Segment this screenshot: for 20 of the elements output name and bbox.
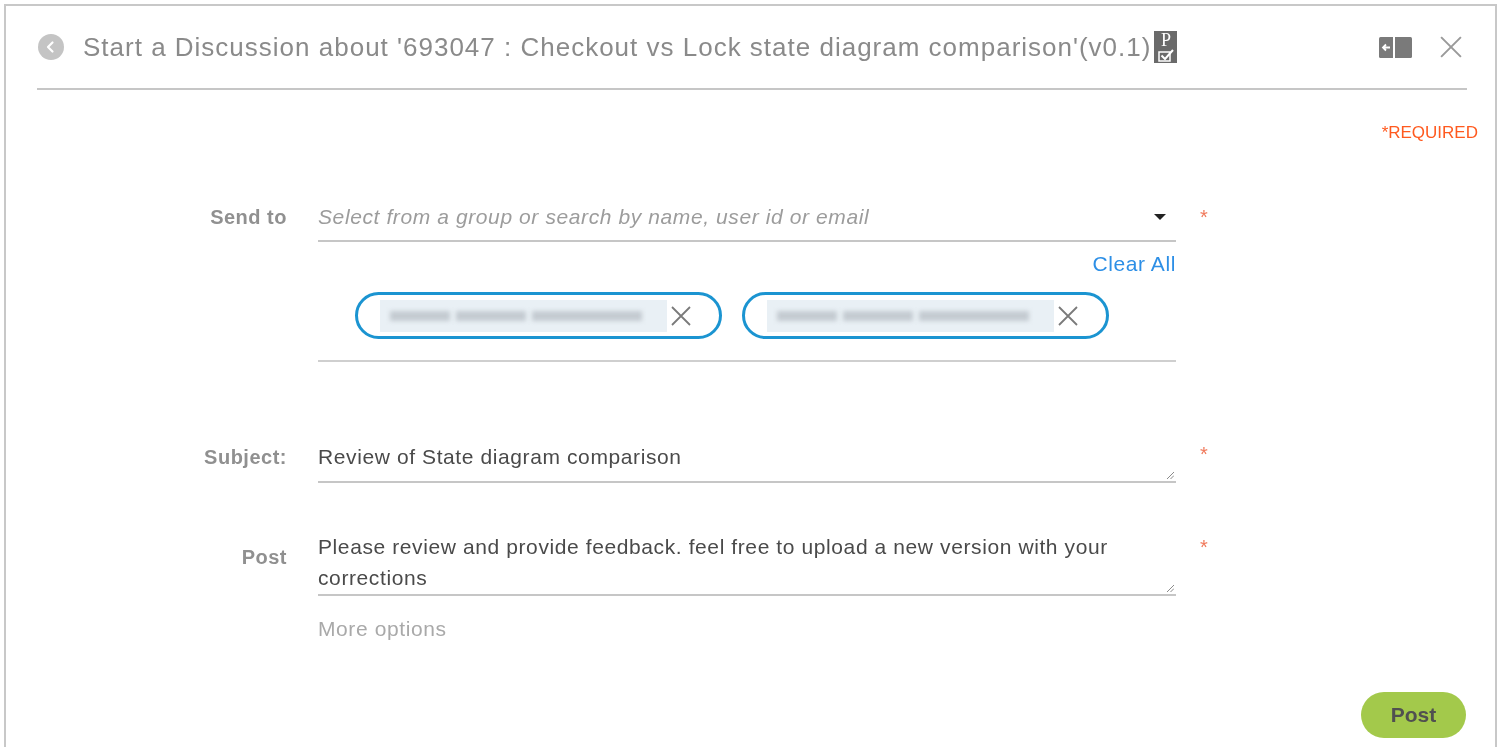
field-label: Send to xyxy=(209,205,287,230)
dropdown-caret-icon[interactable] xyxy=(1154,214,1166,220)
required-mark: * xyxy=(1200,206,1208,228)
field-label: Subject: xyxy=(203,445,287,470)
clear-all-link[interactable]: Clear All xyxy=(1092,252,1176,276)
more-options-link[interactable]: More options xyxy=(318,617,447,640)
send-to-field[interactable]: Select from a group or search by name, user id or email xyxy=(318,197,1176,242)
required-mark: * xyxy=(1200,536,1208,558)
close-icon[interactable] xyxy=(1440,36,1462,58)
required-note: *REQUIRED xyxy=(1381,123,1478,143)
subject-field[interactable]: Review of State diagram comparison xyxy=(318,438,1176,483)
resize-grip-icon[interactable] xyxy=(1166,471,1174,479)
post-field[interactable]: Please review and provide feedback. feel free to upload a new version with your corrections xyxy=(318,531,1176,596)
dialog-title: Start a Discussion about '693047 : Checkout vs Lock state diagram comparison'(v0.1) xyxy=(83,31,1152,64)
required-mark: * xyxy=(1200,443,1208,465)
resize-grip-icon[interactable] xyxy=(1166,584,1174,592)
post-button[interactable]: Post xyxy=(1361,692,1466,738)
approval-badge-icon: P xyxy=(1154,31,1178,63)
field-label: Post xyxy=(240,545,287,570)
collapse-panel-icon[interactable] xyxy=(1379,36,1412,58)
